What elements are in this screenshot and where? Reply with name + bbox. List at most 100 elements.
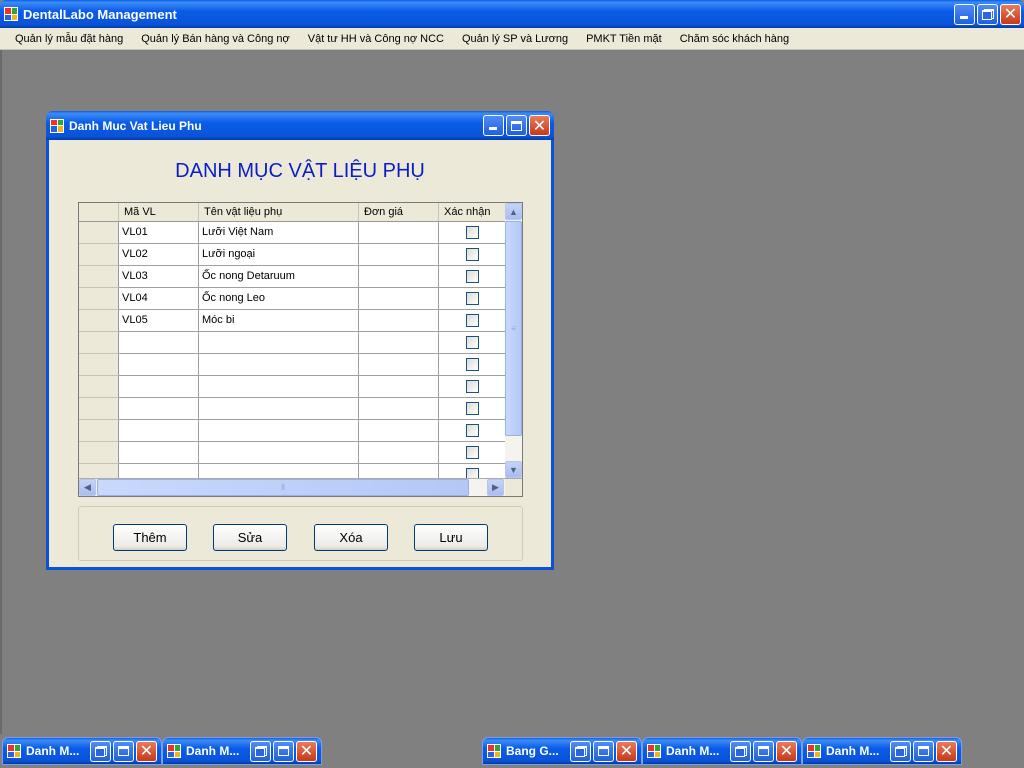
cell-name[interactable] — [199, 420, 359, 442]
minimized-maximize-button[interactable] — [113, 740, 134, 762]
cell-price[interactable] — [359, 420, 439, 442]
cell-code[interactable] — [119, 354, 199, 376]
minimized-window-3[interactable]: Bang G... ✕ — [482, 737, 642, 765]
minimized-restore-button[interactable] — [90, 740, 111, 762]
main-restore-button[interactable] — [977, 3, 998, 25]
cell-name[interactable] — [199, 354, 359, 376]
edit-button[interactable]: Sửa — [213, 524, 287, 551]
cell-price[interactable] — [359, 332, 439, 354]
scroll-right-button[interactable]: ▶ — [487, 479, 504, 496]
row-header[interactable] — [79, 332, 119, 354]
cell-name[interactable]: Lưỡi ngoại — [199, 244, 359, 266]
menu-item-cash-accounting[interactable]: PMKT Tiền mặt — [577, 33, 671, 45]
menu-item-order-samples[interactable]: Quản lý mẫu đặt hàng — [6, 33, 132, 45]
column-header-price[interactable]: Đơn giá — [359, 203, 439, 221]
scroll-up-button[interactable]: ▲ — [505, 203, 522, 220]
form-minimize-button[interactable] — [483, 115, 504, 136]
cell-name[interactable] — [199, 464, 359, 478]
table-row[interactable] — [79, 376, 506, 398]
cell-price[interactable] — [359, 288, 439, 310]
cell-code[interactable]: VL01 — [119, 222, 199, 244]
scroll-down-button[interactable]: ▼ — [505, 461, 522, 478]
main-window-titlebar[interactable]: DentalLabo Management ✕ — [0, 0, 1024, 28]
scroll-left-button[interactable]: ◀ — [79, 479, 96, 496]
row-header[interactable] — [79, 222, 119, 244]
horizontal-scrollbar[interactable]: ◀ ⦀ ▶ — [79, 479, 522, 496]
minimized-close-button[interactable]: ✕ — [296, 740, 317, 762]
vertical-scroll-thumb[interactable]: ≡ — [505, 221, 522, 436]
cell-code[interactable]: VL04 — [119, 288, 199, 310]
cell-name[interactable] — [199, 332, 359, 354]
confirm-checkbox[interactable] — [465, 468, 479, 478]
cell-name[interactable]: Móc bi — [199, 310, 359, 332]
minimized-window-4[interactable]: Danh M... ✕ — [642, 737, 802, 765]
table-row[interactable]: VL01 Lưỡi Việt Nam — [79, 222, 506, 244]
materials-grid[interactable]: Mã VL Tên vật liệu phụ Đơn giá Xác nhận … — [78, 202, 523, 497]
cell-price[interactable] — [359, 310, 439, 332]
confirm-checkbox[interactable] — [465, 336, 479, 349]
row-header[interactable] — [79, 420, 119, 442]
table-row[interactable]: VL05 Móc bi — [79, 310, 506, 332]
cell-code[interactable]: VL03 — [119, 266, 199, 288]
row-header[interactable] — [79, 266, 119, 288]
form-titlebar[interactable]: Danh Muc Vat Lieu Phu ✕ — [46, 111, 554, 140]
cell-name[interactable]: Lưỡi Việt Nam — [199, 222, 359, 244]
cell-code[interactable] — [119, 464, 199, 478]
row-header[interactable] — [79, 244, 119, 266]
table-row[interactable] — [79, 464, 506, 478]
confirm-checkbox[interactable] — [465, 226, 479, 239]
row-header[interactable] — [79, 310, 119, 332]
row-header[interactable] — [79, 464, 119, 478]
column-header-code[interactable]: Mã VL — [119, 203, 199, 221]
row-header[interactable] — [79, 398, 119, 420]
table-row[interactable] — [79, 420, 506, 442]
minimized-maximize-button[interactable] — [913, 740, 934, 762]
main-minimize-button[interactable] — [954, 3, 975, 25]
table-row[interactable] — [79, 442, 506, 464]
cell-price[interactable] — [359, 442, 439, 464]
confirm-checkbox[interactable] — [465, 424, 479, 437]
column-header-confirm[interactable]: Xác nhận — [439, 203, 506, 221]
cell-code[interactable] — [119, 332, 199, 354]
cell-price[interactable] — [359, 376, 439, 398]
confirm-checkbox[interactable] — [465, 314, 479, 327]
minimized-window-1[interactable]: Danh M... ✕ — [2, 737, 162, 765]
cell-name[interactable] — [199, 442, 359, 464]
menu-item-products-salary[interactable]: Quản lý SP và Lương — [453, 33, 577, 45]
form-maximize-button[interactable] — [506, 115, 527, 136]
table-row[interactable] — [79, 354, 506, 376]
table-row[interactable] — [79, 398, 506, 420]
minimized-maximize-button[interactable] — [273, 740, 294, 762]
form-close-button[interactable]: ✕ — [529, 115, 550, 136]
cell-name[interactable]: Ốc nong Detaruum — [199, 266, 359, 288]
minimized-close-button[interactable]: ✕ — [776, 740, 797, 762]
minimized-restore-button[interactable] — [250, 740, 271, 762]
confirm-checkbox[interactable] — [465, 358, 479, 371]
column-header-name[interactable]: Tên vật liệu phụ — [199, 203, 359, 221]
table-row[interactable]: VL03 Ốc nong Detaruum — [79, 266, 506, 288]
confirm-checkbox[interactable] — [465, 380, 479, 393]
minimized-close-button[interactable]: ✕ — [616, 740, 637, 762]
cell-price[interactable] — [359, 464, 439, 478]
confirm-checkbox[interactable] — [465, 292, 479, 305]
add-button[interactable]: Thêm — [113, 524, 187, 551]
minimized-window-2[interactable]: Danh M... ✕ — [162, 737, 322, 765]
menu-item-materials-suppliers[interactable]: Vật tư HH và Công nợ NCC — [299, 33, 453, 45]
cell-code[interactable] — [119, 398, 199, 420]
cell-name[interactable] — [199, 398, 359, 420]
cell-code[interactable] — [119, 420, 199, 442]
delete-button[interactable]: Xóa — [314, 524, 388, 551]
minimized-maximize-button[interactable] — [753, 740, 774, 762]
cell-price[interactable] — [359, 244, 439, 266]
cell-price[interactable] — [359, 354, 439, 376]
cell-code[interactable]: VL02 — [119, 244, 199, 266]
minimized-close-button[interactable]: ✕ — [936, 740, 957, 762]
minimized-restore-button[interactable] — [730, 740, 751, 762]
save-button[interactable]: Lưu — [414, 524, 488, 551]
confirm-checkbox[interactable] — [465, 248, 479, 261]
cell-price[interactable] — [359, 266, 439, 288]
row-header[interactable] — [79, 354, 119, 376]
minimized-restore-button[interactable] — [890, 740, 911, 762]
confirm-checkbox[interactable] — [465, 270, 479, 283]
cell-code[interactable] — [119, 442, 199, 464]
